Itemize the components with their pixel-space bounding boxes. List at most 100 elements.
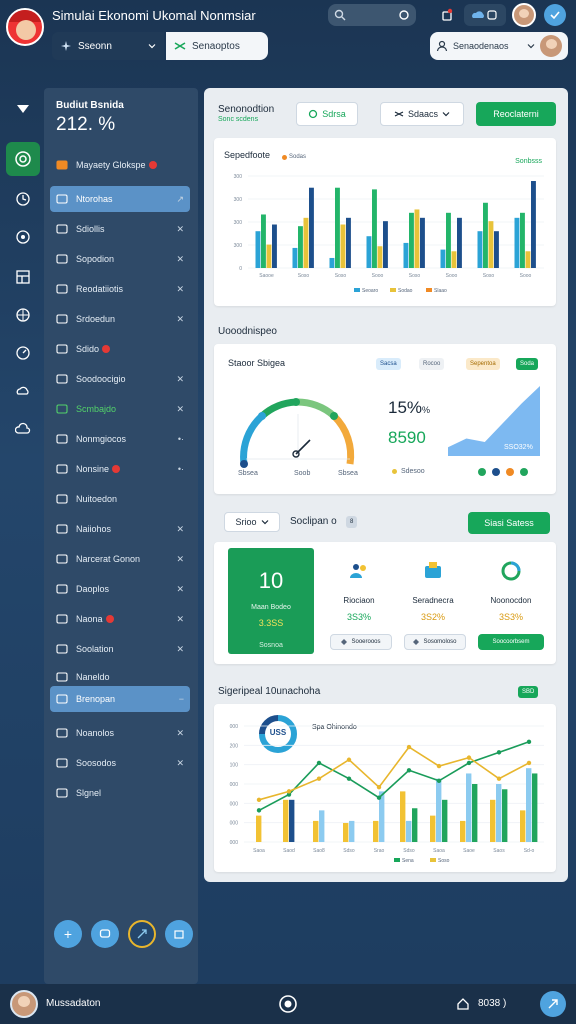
sidebar-item-action[interactable]: −	[179, 694, 184, 704]
rail-clock[interactable]	[6, 182, 40, 216]
sidebar-item-action[interactable]: ✕	[176, 524, 184, 535]
kpi-main-tile[interactable]: 10 Maan Bodeo 3.3SS Sosnoa	[228, 548, 314, 654]
sidebar-item-action[interactable]: ✕	[176, 584, 184, 595]
section3-primary-button[interactable]: Siasi Satess	[468, 512, 550, 534]
gauge-tag-3[interactable]: Sepentoa	[466, 358, 500, 370]
signal-icon	[56, 788, 68, 798]
sidebar-item-action[interactable]: ✕	[176, 614, 184, 625]
refresh-icon[interactable]	[398, 9, 410, 21]
sidebar-item-17[interactable]: Soolation ✕	[50, 636, 190, 662]
search-input[interactable]	[328, 4, 416, 26]
rail-cloud[interactable]	[6, 412, 40, 446]
chat-button[interactable]	[91, 920, 119, 948]
workspace-selector[interactable]: Sseonn	[52, 32, 164, 60]
sidebar-item-2[interactable]: Ntorohas ↗	[50, 186, 190, 212]
sidebar-item-22[interactable]: Slgnel	[50, 780, 190, 806]
section1-primary-button[interactable]: Reoclaterni	[476, 102, 556, 126]
sidebar-item-action[interactable]: •·	[178, 464, 184, 474]
rail-home[interactable]	[6, 92, 40, 126]
sidebar-item-6[interactable]: Srdoedun ✕	[50, 306, 190, 332]
gauge-left-label: Sbsea	[238, 470, 258, 477]
sidebar-item-11[interactable]: Nonsine •·	[50, 456, 190, 482]
line-point	[436, 763, 442, 769]
section3-dropdown[interactable]: Srioo	[224, 512, 280, 532]
sidebar-item-action[interactable]: ✕	[176, 404, 184, 415]
sidebar-item-13[interactable]: Naiiohos ✕	[50, 516, 190, 542]
series-line	[258, 746, 530, 801]
sidebar-item-12[interactable]: Nuitoedon	[50, 486, 190, 512]
rail-target[interactable]	[6, 142, 40, 176]
sidebar-item-action[interactable]: ✕	[176, 644, 184, 655]
sidebar-item-10[interactable]: Nonmgiocos •·	[50, 426, 190, 452]
share-button[interactable]	[128, 920, 156, 948]
sidebar-item-action[interactable]: ✕	[176, 758, 184, 769]
sidebar-item-16[interactable]: Naona ✕	[50, 606, 190, 632]
section1-secondary-button[interactable]: Sdrsa	[296, 102, 358, 126]
cloud-sync-button[interactable]	[464, 4, 506, 26]
add-button[interactable]: +	[54, 920, 82, 948]
user-avatar-bottom[interactable]	[10, 990, 38, 1018]
lock-icon[interactable]	[456, 997, 470, 1011]
notification-button[interactable]	[436, 4, 458, 26]
kpi3-button[interactable]: Soocoorbsem	[478, 634, 544, 650]
sidebar-item-action[interactable]: ✕	[176, 224, 184, 235]
sidebar-item-3[interactable]: Sdiollis ✕	[50, 216, 190, 242]
sidebar-item-action[interactable]: ✕	[176, 314, 184, 325]
cloud-icon	[15, 421, 31, 437]
x-tick-label: Soso	[335, 273, 347, 279]
series-line	[258, 741, 530, 812]
line-point	[316, 760, 322, 766]
bar	[525, 251, 531, 268]
sidebar-item-21[interactable]: Soosodos ✕	[50, 750, 190, 776]
chart-icon	[56, 284, 68, 294]
gauge-tag-1[interactable]: Sacsa	[376, 358, 401, 370]
kpi2-button[interactable]: Sosomoloso	[404, 634, 466, 650]
sidebar-item-action[interactable]: ↗	[176, 194, 184, 205]
sidebar-item-action[interactable]: ✕	[176, 374, 184, 385]
check-button[interactable]	[544, 4, 566, 26]
legend-swatch	[426, 288, 432, 292]
sidebar-item-action[interactable]: ✕	[176, 728, 184, 739]
rail-globe[interactable]	[6, 298, 40, 332]
sidebar-item-label: Slgnel	[76, 788, 102, 798]
rail-gauge[interactable]	[6, 336, 40, 370]
sidebar-item-action[interactable]: ✕	[176, 254, 184, 265]
sidebar-item-19[interactable]: Brenopan −	[50, 686, 190, 712]
combo-chart-card: USS Spa Ohinondo 000 200 100 000 000 000 000 Sa…	[214, 704, 556, 872]
bar	[377, 246, 383, 268]
sidebar-item-8[interactable]: Soodoocigio ✕	[50, 366, 190, 392]
sidebar-item-action[interactable]: •·	[178, 434, 184, 444]
sidebar-item-14[interactable]: Narcerat Gonon ✕	[50, 546, 190, 572]
gauge-tag-2[interactable]: Rocoo	[419, 358, 445, 370]
sidebar-item-action[interactable]: ✕	[176, 284, 184, 295]
kpi1-button[interactable]: Sooerooos	[330, 634, 392, 650]
sidebar-item-7[interactable]: Sdido	[50, 336, 190, 362]
sidebar-item-9[interactable]: Scmbajdo ✕	[50, 396, 190, 422]
bar	[255, 231, 261, 268]
sidebar-item-15[interactable]: Daoplos ✕	[50, 576, 190, 602]
rail-compass[interactable]	[6, 220, 40, 254]
y-tick-label: 000	[230, 724, 239, 730]
grid-icon	[15, 269, 31, 285]
sidebar-item-1[interactable]: Mayaety Glokspe	[50, 152, 190, 178]
layers-icon	[56, 194, 68, 204]
user-avatar-top[interactable]	[512, 3, 536, 27]
sidebar-item-20[interactable]: Noanolos ✕	[50, 720, 190, 746]
calendar-button[interactable]	[165, 920, 193, 948]
profile-selector[interactable]: Senaodenaos	[430, 32, 568, 60]
sidebar-item-4[interactable]: Sopodion ✕	[50, 246, 190, 272]
gauge-tag-4[interactable]: Soda	[516, 358, 539, 370]
bar	[496, 784, 502, 842]
bar	[436, 778, 442, 842]
sidebar-item-action[interactable]: ✕	[176, 554, 184, 565]
rail-shield[interactable]	[6, 374, 40, 408]
line-point	[346, 757, 352, 762]
section1-dropdown[interactable]: Sdaacs	[380, 102, 464, 126]
rail-grid[interactable]	[6, 260, 40, 294]
options-tab[interactable]: Senaoptos	[166, 32, 268, 60]
send-button[interactable]	[540, 991, 566, 1017]
line-point	[376, 784, 382, 790]
sidebar-item-5[interactable]: Reodatiiotis ✕	[50, 276, 190, 302]
icon-rail	[4, 88, 42, 448]
record-icon[interactable]	[278, 994, 298, 1014]
